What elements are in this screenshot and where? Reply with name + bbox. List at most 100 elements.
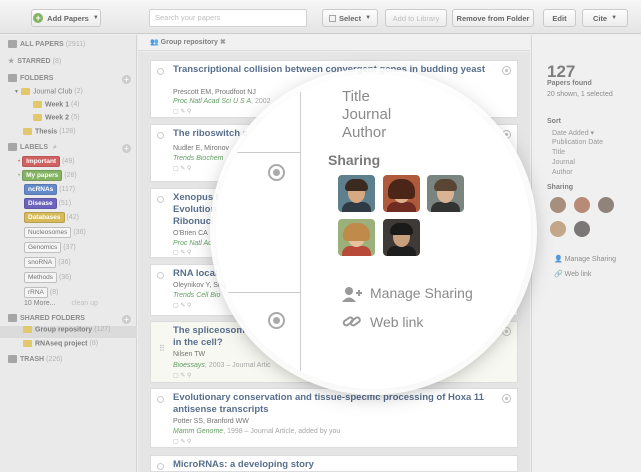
remove-from-folder-button[interactable]: Remove from Folder: [452, 9, 534, 27]
magnifier-lens: Title Journal Author Sharing Manage Shar…: [216, 74, 531, 389]
avatar[interactable]: [574, 221, 590, 237]
paper-authors: Nilsen TW: [173, 351, 206, 358]
select-circle[interactable]: [157, 463, 164, 470]
web-link[interactable]: 🔗 Web link: [554, 270, 591, 278]
folder-icon: [33, 114, 42, 121]
avatar[interactable]: [550, 221, 566, 237]
list-item[interactable]: Evolutionary conservation and tissue-spe…: [150, 388, 518, 448]
paper-authors: Nudler E, Mironov: [173, 145, 230, 152]
sidebar-item-label[interactable]: • My papers (28): [18, 170, 155, 182]
sort-option[interactable]: Author: [342, 124, 386, 141]
sidebar-item-all-papers[interactable]: ALL PAPERS (2911): [8, 40, 145, 52]
add-person-icon: [342, 286, 362, 302]
edit-button[interactable]: Edit: [543, 9, 576, 27]
paper-action-icons[interactable]: ▢ ✎ ⚲: [173, 372, 191, 379]
add-shared-folder-icon[interactable]: +: [122, 315, 131, 324]
sidebar-item-journal-club[interactable]: ▼ Journal Club (2): [14, 88, 151, 100]
paper-authors: Potter SS, Branford WW: [173, 418, 249, 425]
select-circle[interactable]: [157, 68, 164, 75]
checkbox-icon: [328, 14, 336, 22]
radio-icon[interactable]: [502, 394, 511, 403]
triangle-down-icon: ▼: [14, 89, 19, 96]
add-papers-button[interactable]: + Add Papers ▼: [31, 9, 101, 27]
divider: [216, 292, 300, 293]
avatar[interactable]: [550, 197, 566, 213]
paper-title[interactable]: Evolutionary conservation and tissue-spe…: [173, 392, 493, 416]
shared-folder-icon: [8, 314, 17, 322]
avatar[interactable]: [598, 197, 614, 213]
sort-option[interactable]: Publication Date: [552, 139, 603, 146]
paper-journal: Proc Natl Ac: [173, 240, 212, 247]
paper-title[interactable]: Transcriptional collision between conver…: [173, 64, 493, 76]
paper-action-icons[interactable]: ▢ ✎ ⚲: [173, 438, 191, 445]
avatar[interactable]: [383, 175, 420, 212]
radio-icon[interactable]: [268, 312, 285, 329]
paper-authors: Prescott EM, Proudfoot NJ: [173, 89, 256, 96]
list-item[interactable]: MicroRNAs: a developing story: [150, 455, 518, 472]
sharing-label: Sharing: [547, 184, 574, 191]
select-button[interactable]: Select ▼: [322, 9, 378, 27]
search-input[interactable]: Search your papers: [149, 9, 307, 27]
clean-up-link[interactable]: clean up: [71, 300, 97, 307]
link-icon: [342, 313, 362, 329]
sort-option[interactable]: Date Added ▾: [552, 129, 594, 137]
papers-found-label: Papers found: [547, 80, 592, 87]
select-circle[interactable]: [157, 196, 164, 203]
sidebar-item-label[interactable]: • Important (49): [18, 156, 155, 168]
avatar[interactable]: [574, 197, 590, 213]
paper-authors: Oleynikov Y, Sing: [173, 282, 228, 289]
details-panel: 127 Papers found 20 shown, 1 selected So…: [531, 35, 641, 472]
trash-icon: [8, 355, 17, 363]
select-circle[interactable]: [157, 272, 164, 279]
divider: [300, 74, 301, 389]
add-to-library-button[interactable]: Add to Library: [385, 9, 447, 27]
manage-sharing-link[interactable]: Manage Sharing: [370, 285, 473, 301]
sidebar-item-starred[interactable]: ★ STARRED (8): [8, 57, 145, 69]
web-link[interactable]: Web link: [370, 314, 423, 330]
avatar[interactable]: [338, 175, 375, 212]
add-folder-icon[interactable]: +: [122, 75, 131, 84]
sidebar-item-trash[interactable]: TRASH (226): [8, 355, 145, 367]
paper-title[interactable]: MicroRNAs: a developing story: [173, 459, 493, 471]
select-circle[interactable]: [157, 396, 164, 403]
add-label-icon[interactable]: +: [122, 144, 131, 153]
search-icon[interactable]: ⌕: [53, 144, 57, 151]
paper-action-icons[interactable]: ▢ ✎ ⚲: [173, 249, 191, 256]
paper-journal: Proc Natl Acad Sci U S A, 2002: [173, 98, 271, 105]
radio-icon[interactable]: [268, 164, 285, 181]
sort-option[interactable]: Author: [552, 169, 573, 176]
paper-action-icons[interactable]: ▢ ✎ ⚲: [173, 165, 191, 172]
folder-icon: [23, 326, 32, 333]
radio-icon[interactable]: [502, 327, 511, 336]
sidebar-item-group-repository[interactable]: Group repository (127): [0, 326, 137, 338]
avatar[interactable]: [338, 219, 375, 256]
radio-icon[interactable]: [502, 66, 511, 75]
add-person-icon: 👤: [554, 256, 563, 263]
sort-option[interactable]: Title: [342, 88, 370, 105]
folder-icon: [23, 128, 32, 135]
sort-option[interactable]: Journal: [342, 106, 391, 123]
folder-icon: [23, 340, 32, 347]
dot-icon: •: [18, 173, 21, 179]
paper-journal: Trends Biochem: [173, 155, 224, 162]
paper-journal: Bioessays, 2003 – Journal Artic: [173, 362, 271, 369]
paper-action-icons[interactable]: ▢ ✎ ⚲: [173, 302, 191, 309]
select-circle[interactable]: [157, 132, 164, 139]
divider: [216, 152, 300, 153]
radio-icon[interactable]: [502, 130, 511, 139]
caret-down-icon: ▼: [365, 15, 372, 21]
avatar[interactable]: [383, 219, 420, 256]
drag-handle-icon[interactable]: ⠿: [159, 344, 165, 353]
sidebar: ALL PAPERS (2911) ★ STARRED (8) FOLDERS + ▼…: [0, 35, 137, 472]
close-icon[interactable]: ✖: [220, 39, 226, 46]
cite-button[interactable]: Cite ▼: [582, 9, 628, 27]
sidebar-shared-folders-header: SHARED FOLDERS +: [8, 314, 145, 326]
avatar[interactable]: [427, 175, 464, 212]
sidebar-folders-header: FOLDERS +: [8, 74, 145, 86]
sort-option[interactable]: Journal: [552, 159, 575, 166]
link-icon: 🔗: [554, 271, 563, 278]
breadcrumb: 👥 Group repository ✖: [138, 35, 530, 51]
sort-option[interactable]: Title: [552, 149, 565, 156]
paper-action-icons[interactable]: ▢ ✎ ⚲: [173, 108, 191, 115]
manage-sharing-link[interactable]: 👤 Manage Sharing: [554, 255, 616, 263]
